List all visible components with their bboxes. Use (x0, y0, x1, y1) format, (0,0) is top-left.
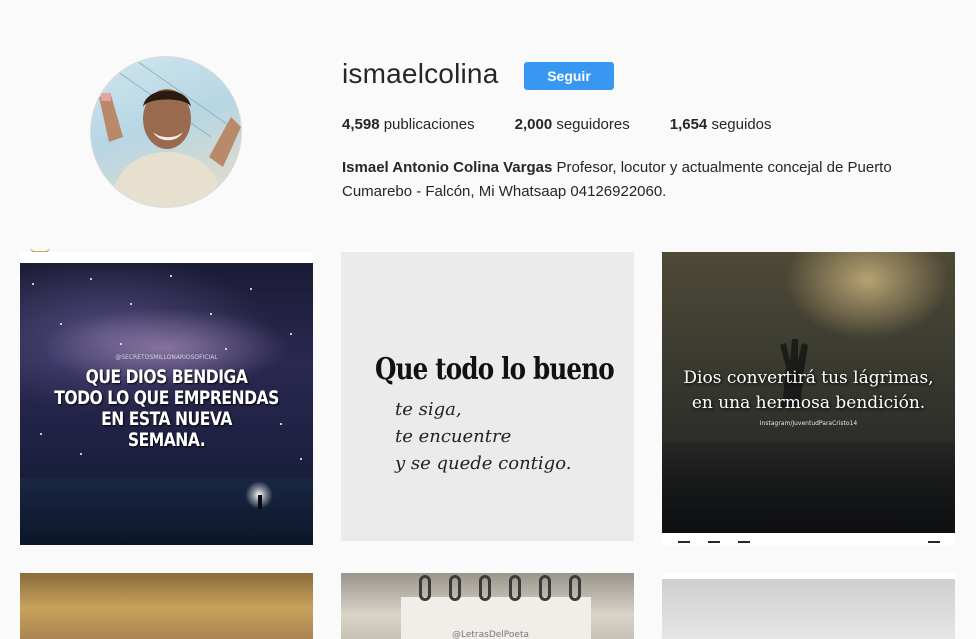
notebook-ring (449, 575, 461, 601)
post-thumbnail[interactable]: @SECRETOSMILLONARIOSOFICIAL QUE DIOS BEN… (20, 252, 313, 545)
posts-label: publicaciones (383, 116, 475, 133)
heart-icon (678, 541, 690, 545)
follow-button[interactable]: Seguir (524, 62, 614, 90)
notebook-ring (509, 575, 521, 601)
following-label: seguidos (711, 116, 772, 133)
post-watermark: @LetrasDelPoeta (452, 630, 529, 639)
profile-bio: Ismael Antonio Colina Vargas Profesor, l… (342, 156, 942, 204)
comment-icon (708, 541, 720, 545)
post-image (662, 579, 955, 639)
notebook-ring (539, 575, 551, 601)
post-image-milky-way: @SECRETOSMILLONARIOSOFICIAL QUE DIOS BEN… (20, 263, 313, 545)
bio-full-name: Ismael Antonio Colina Vargas (342, 159, 553, 176)
profile-stats: 4,598 publicaciones 2,000 seguidores 1,6… (342, 116, 812, 133)
followers-count: 2,000 (514, 116, 553, 133)
stat-following[interactable]: 1,654 seguidos (670, 116, 772, 133)
post-image-handwritten: Que todo lo bueno te siga, te encuentre … (341, 252, 634, 541)
post-footer-strip (662, 533, 955, 545)
followers-label: seguidores (556, 116, 630, 133)
following-count: 1,654 (669, 116, 708, 133)
post-thumbnail[interactable]: Dios convertirá tus lágrimas, en una her… (662, 252, 955, 545)
post-image-worship: Dios convertirá tus lágrimas, en una her… (662, 252, 955, 533)
notebook-ring (479, 575, 491, 601)
person-silhouette (258, 495, 262, 509)
post-quote-title: Que todo lo bueno (375, 352, 615, 387)
post-watermark: Instagram/JuventudParaCristo14 (759, 420, 858, 427)
profile-username: ismaelcolina (342, 58, 499, 89)
stat-posts: 4,598 publicaciones (342, 116, 475, 133)
bookmark-icon (928, 541, 940, 545)
post-thumbnail[interactable] (662, 573, 955, 639)
share-icon (738, 541, 750, 545)
post-watermark: @SECRETOSMILLONARIOSOFICIAL (115, 354, 218, 361)
post-quote-text: te siga, te encuentre y se quede contigo… (395, 399, 572, 474)
post-thumbnail[interactable]: @LetrasDelPoeta (341, 573, 634, 639)
post-thumbnail[interactable] (20, 573, 313, 639)
avatar-photo (99, 57, 241, 207)
post-image-notebook: @LetrasDelPoeta (341, 573, 634, 639)
post-quote-text: QUE DIOS BENDIGA TODO LO QUE EMPRENDAS E… (54, 366, 279, 451)
stat-followers[interactable]: 2,000 seguidores (515, 116, 630, 133)
profile-avatar[interactable] (90, 56, 242, 208)
notebook-ring (569, 575, 581, 601)
post-thumbnail[interactable]: Que todo lo bueno te siga, te encuentre … (341, 252, 634, 541)
posts-count: 4,598 (342, 116, 380, 133)
post-quote-text: Dios convertirá tus lágrimas, en una her… (683, 368, 934, 413)
notebook-ring (419, 575, 431, 601)
